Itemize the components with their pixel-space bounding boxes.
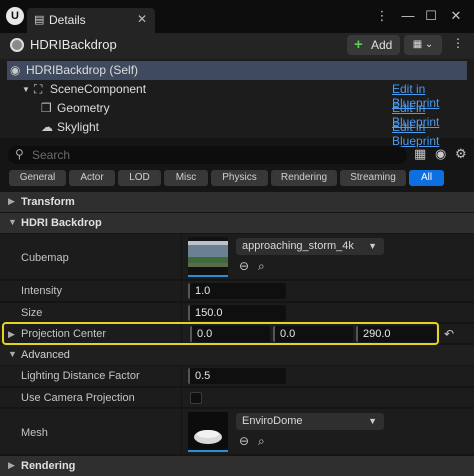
column-divider bbox=[181, 234, 182, 279]
search-input[interactable] bbox=[32, 147, 392, 163]
eye-icon[interactable]: ◉ bbox=[435, 146, 446, 162]
details-icon: ▤ bbox=[34, 14, 45, 26]
search-icon: ⚲ bbox=[15, 147, 24, 161]
property-lighting-distance-factor: Lighting Distance Factor 0.5 bbox=[0, 366, 474, 387]
use-selected-arrow-icon[interactable]: ⊖ bbox=[239, 259, 249, 273]
section-transform[interactable]: ▶ Transform bbox=[0, 192, 474, 212]
browse-folder-icon[interactable]: ⌕ bbox=[258, 434, 265, 449]
property-label: Use Camera Projection bbox=[21, 392, 135, 404]
property-use-camera-projection: Use Camera Projection bbox=[0, 388, 474, 408]
section-hdri-backdrop[interactable]: ▼ HDRI Backdrop bbox=[0, 213, 474, 233]
actor-icon bbox=[10, 38, 24, 52]
actor-name: HDRIBackdrop bbox=[30, 37, 117, 52]
property-size: Size 150.0 bbox=[0, 303, 474, 323]
mesh-thumbnail[interactable] bbox=[188, 412, 228, 452]
property-label: Lighting Distance Factor bbox=[21, 370, 140, 382]
tree-item-geometry[interactable]: ❒ Geometry Edit in Blueprint bbox=[0, 99, 474, 129]
tree-item-scenecomponent[interactable]: ▼ ⛶ SceneComponent Edit in Blueprint bbox=[0, 80, 474, 110]
filter-rendering[interactable]: Rendering bbox=[271, 170, 337, 186]
tree-item-label: HDRIBackdrop (Self) bbox=[26, 63, 139, 77]
section-rendering[interactable]: ▶ Rendering bbox=[0, 456, 474, 476]
property-label: Intensity bbox=[21, 285, 62, 297]
search-box[interactable]: ⚲ bbox=[8, 146, 407, 164]
table-view-icon[interactable]: ▦ bbox=[414, 146, 426, 162]
reset-to-default-icon[interactable]: ↶ bbox=[444, 327, 454, 341]
property-label: Size bbox=[21, 307, 43, 319]
plus-icon: + bbox=[354, 36, 363, 53]
size-input[interactable]: 150.0 bbox=[188, 305, 286, 321]
filter-lod[interactable]: LOD bbox=[118, 170, 161, 186]
collapse-arrow-icon: ▼ bbox=[8, 349, 17, 359]
mesh-value: EnviroDome bbox=[242, 415, 303, 427]
search-bar-row: ⚲ ▦ ◉ ⚙ bbox=[0, 142, 474, 168]
lighting-distance-input[interactable]: 0.5 bbox=[188, 368, 286, 384]
highlight-box bbox=[2, 322, 439, 345]
filter-physics[interactable]: Physics bbox=[211, 170, 268, 186]
filter-misc[interactable]: Misc bbox=[164, 170, 208, 186]
cubemap-thumbnail[interactable] bbox=[188, 237, 228, 277]
details-header: HDRIBackdrop + Add ▦ ⌄ ⋮ bbox=[0, 33, 474, 59]
add-component-button[interactable]: + Add bbox=[347, 35, 400, 55]
browse-folder-icon[interactable]: ⌕ bbox=[258, 259, 265, 274]
property-intensity: Intensity 1.0 bbox=[0, 281, 474, 302]
section-title: Transform bbox=[21, 196, 75, 208]
unreal-logo: U bbox=[6, 7, 24, 25]
section-title: Rendering bbox=[21, 460, 76, 472]
column-divider bbox=[181, 388, 182, 407]
options-menu-icon[interactable]: ⋮ bbox=[372, 6, 392, 26]
chevron-down-icon: ▼ bbox=[368, 416, 377, 426]
tree-item-label: Skylight bbox=[57, 120, 100, 134]
more-options-icon[interactable]: ⋮ bbox=[452, 36, 464, 50]
property-label: Cubemap bbox=[21, 252, 69, 264]
filter-all[interactable]: All bbox=[409, 170, 444, 186]
property-cubemap: Cubemap approaching_storm_4k ▼ ⊖ ⌕ bbox=[0, 234, 474, 280]
column-divider bbox=[181, 366, 182, 386]
expand-arrow-icon: ▶ bbox=[8, 196, 15, 206]
column-divider bbox=[181, 409, 182, 454]
component-tree: ◉ HDRIBackdrop (Self) ▼ ⛶ SceneComponent… bbox=[0, 59, 474, 148]
dome-mesh-thumbnail-image bbox=[194, 430, 222, 444]
intensity-input[interactable]: 1.0 bbox=[188, 283, 286, 299]
tab-close-icon[interactable]: ✕ bbox=[137, 12, 147, 26]
static-mesh-icon: ❒ bbox=[41, 101, 52, 115]
expand-arrow-icon: ▶ bbox=[8, 460, 15, 470]
use-camera-projection-checkbox[interactable] bbox=[190, 392, 202, 404]
filter-streaming[interactable]: Streaming bbox=[340, 170, 406, 186]
scene-component-icon: ⛶ bbox=[34, 82, 43, 96]
tab-details[interactable]: ▤ Details ✕ bbox=[27, 8, 155, 33]
tree-item-label: Geometry bbox=[57, 101, 110, 115]
tree-item-skylight[interactable]: ☁ Skylight Edit in Blueprint bbox=[0, 118, 474, 148]
use-selected-arrow-icon[interactable]: ⊖ bbox=[239, 434, 249, 448]
title-bar: U ▤ Details ✕ ⋮ — ☐ ✕ bbox=[0, 0, 474, 33]
mesh-dropdown[interactable]: EnviroDome ▼ bbox=[236, 413, 384, 430]
tab-label: Details bbox=[49, 13, 86, 27]
blueprint-dropdown-button[interactable]: ▦ ⌄ bbox=[404, 35, 442, 55]
skylight-icon: ☁ bbox=[41, 120, 53, 134]
settings-gear-icon[interactable]: ⚙ bbox=[455, 146, 467, 162]
maximize-icon[interactable]: ☐ bbox=[421, 6, 441, 26]
property-mesh: Mesh EnviroDome ▼ ⊖ ⌕ bbox=[0, 409, 474, 455]
section-title: HDRI Backdrop bbox=[21, 217, 102, 229]
collapse-arrow-icon[interactable]: ▼ bbox=[22, 85, 30, 94]
filter-general[interactable]: General bbox=[9, 170, 66, 186]
collapse-arrow-icon: ▼ bbox=[8, 217, 17, 227]
cubemap-dropdown[interactable]: approaching_storm_4k ▼ bbox=[236, 238, 384, 255]
storm-sky-thumbnail-image bbox=[188, 241, 228, 267]
close-window-icon[interactable]: ✕ bbox=[446, 6, 466, 26]
filter-actor[interactable]: Actor bbox=[69, 170, 115, 186]
cubemap-value: approaching_storm_4k bbox=[242, 240, 354, 252]
filter-tabs: General Actor LOD Misc Physics Rendering… bbox=[0, 170, 474, 188]
tree-item-label: SceneComponent bbox=[50, 82, 147, 96]
actor-icon: ◉ bbox=[10, 63, 21, 77]
chevron-down-icon: ▼ bbox=[368, 241, 377, 251]
minimize-icon[interactable]: — bbox=[398, 6, 418, 26]
section-advanced[interactable]: ▼ Advanced bbox=[0, 345, 474, 365]
column-divider bbox=[181, 281, 182, 301]
section-title: Advanced bbox=[21, 349, 70, 361]
tree-item-self[interactable]: ◉ HDRIBackdrop (Self) bbox=[7, 61, 467, 80]
property-label: Mesh bbox=[21, 427, 48, 439]
column-divider bbox=[181, 303, 182, 322]
add-label: Add bbox=[371, 38, 393, 52]
